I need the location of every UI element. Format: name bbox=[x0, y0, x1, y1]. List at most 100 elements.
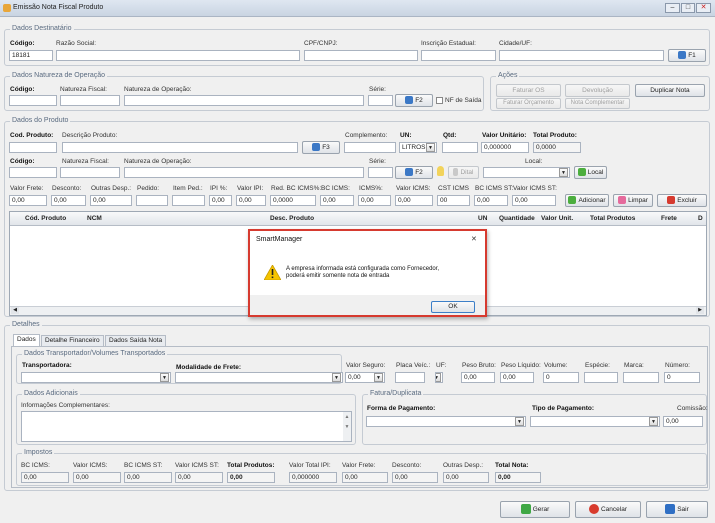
local-button[interactable]: Local bbox=[574, 166, 607, 179]
produto-field-3[interactable]: 0,00 bbox=[90, 195, 132, 206]
natureza-operacao-input[interactable] bbox=[124, 95, 364, 106]
produto-field-2[interactable]: 0,00 bbox=[51, 195, 86, 206]
col-d[interactable]: D bbox=[698, 212, 703, 226]
transp-field-2[interactable] bbox=[395, 372, 425, 383]
serie-input[interactable] bbox=[368, 95, 393, 106]
chevron-down-icon[interactable]: ▼ bbox=[374, 373, 383, 382]
f3-search-button[interactable]: F3 bbox=[302, 141, 340, 154]
transp-field-1[interactable]: 0,00 ▼ bbox=[345, 372, 385, 383]
col-un[interactable]: UN bbox=[478, 212, 487, 226]
cod-produto-input[interactable] bbox=[9, 142, 57, 153]
group-legend: Dados Destinatário bbox=[10, 25, 74, 32]
transportadora-select[interactable]: ▼ bbox=[21, 372, 171, 383]
descricao-produto-input[interactable] bbox=[62, 142, 298, 153]
complemento-input[interactable] bbox=[344, 142, 396, 153]
forma-pagamento-select[interactable]: ▼ bbox=[366, 416, 526, 427]
produto-codigo-input[interactable] bbox=[9, 167, 57, 178]
chevron-down-icon[interactable]: ▼ bbox=[649, 417, 658, 426]
transp-field-3[interactable]: ▼ bbox=[435, 372, 443, 383]
faturar-orcamento-button[interactable]: Faturar Orçamento bbox=[496, 98, 561, 109]
transp-label-5: Peso Líquido: bbox=[501, 362, 541, 369]
produto-field-9[interactable]: 0,00 bbox=[320, 195, 354, 206]
maximize-button[interactable]: □ bbox=[681, 3, 695, 13]
chevron-down-icon[interactable]: ▼ bbox=[332, 373, 341, 382]
transp-field-8[interactable] bbox=[623, 372, 659, 383]
col-cod-produto[interactable]: Cód. Produto bbox=[25, 212, 66, 226]
inscricao-estadual-input[interactable] bbox=[421, 50, 496, 61]
textarea-scrollbar[interactable]: ▲ ▼ bbox=[343, 412, 351, 441]
chevron-down-icon[interactable]: ▼ bbox=[426, 143, 435, 152]
close-button[interactable]: ✕ bbox=[696, 3, 711, 13]
scroll-right-icon[interactable]: ▶ bbox=[696, 307, 704, 314]
produto-field-7[interactable]: 0,00 bbox=[236, 195, 266, 206]
produto-natureza-fiscal-input[interactable] bbox=[60, 167, 120, 178]
chevron-down-icon[interactable]: ▼ bbox=[515, 417, 524, 426]
gerar-button[interactable]: Gerar bbox=[500, 501, 570, 518]
produto-field-4[interactable] bbox=[136, 195, 168, 206]
produto-field-14[interactable]: 0,00 bbox=[512, 195, 556, 206]
comissao-input[interactable]: 0,00 bbox=[663, 416, 703, 427]
f2-search-button[interactable]: F2 bbox=[395, 94, 433, 107]
nf-saida-checkbox[interactable] bbox=[436, 97, 443, 104]
codigo-destinatario-input[interactable]: 18181 bbox=[9, 50, 53, 61]
local-select[interactable]: ▼ bbox=[483, 167, 570, 178]
f1-search-button[interactable]: F1 bbox=[668, 49, 706, 62]
natureza-fiscal-input[interactable] bbox=[60, 95, 120, 106]
col-ncm[interactable]: NCM bbox=[87, 212, 102, 226]
f3-label: F3 bbox=[322, 144, 330, 151]
cpf-cnpj-input[interactable] bbox=[304, 50, 418, 61]
tab-dados[interactable]: Dados bbox=[13, 334, 40, 346]
sair-button[interactable]: Sair bbox=[646, 501, 708, 518]
dialog-close-button[interactable]: ✕ bbox=[471, 235, 477, 243]
produto-field-8[interactable]: 0,0000 bbox=[270, 195, 316, 206]
produto-field-13[interactable]: 0,00 bbox=[474, 195, 508, 206]
excluir-button[interactable]: Excluir bbox=[657, 194, 707, 207]
faturar-os-button[interactable]: Faturar OS bbox=[496, 84, 561, 97]
un-select[interactable]: LITROS ▼ bbox=[399, 142, 437, 153]
transp-field-5[interactable]: 0,00 bbox=[500, 372, 534, 383]
minimize-button[interactable]: – bbox=[665, 3, 680, 13]
transp-field-7[interactable] bbox=[584, 372, 618, 383]
transp-field-9[interactable]: 0 bbox=[664, 372, 700, 383]
col-frete[interactable]: Frete bbox=[661, 212, 677, 226]
qtd-input[interactable] bbox=[442, 142, 478, 153]
cancelar-button[interactable]: Cancelar bbox=[575, 501, 641, 518]
informacoes-complementares-textarea[interactable] bbox=[21, 411, 352, 442]
dialog-ok-button[interactable]: OK bbox=[431, 301, 475, 313]
produto-serie-input[interactable] bbox=[368, 167, 393, 178]
natureza-codigo-input[interactable] bbox=[9, 95, 57, 106]
duplicar-nota-button[interactable]: Duplicar Nota bbox=[635, 84, 705, 97]
chevron-down-icon[interactable]: ▼ bbox=[436, 373, 441, 382]
produto-f2-button[interactable]: F2 bbox=[395, 166, 433, 179]
chevron-down-icon[interactable]: ▼ bbox=[559, 168, 568, 177]
produto-field-10[interactable]: 0,00 bbox=[358, 195, 391, 206]
cidade-uf-input[interactable] bbox=[499, 50, 664, 61]
col-total-produtos[interactable]: Total Produtos bbox=[590, 212, 635, 226]
razao-social-input[interactable] bbox=[56, 50, 300, 61]
nota-complementar-button[interactable]: Nota Complementar bbox=[565, 98, 630, 109]
produto-field-12[interactable]: 00 bbox=[437, 195, 470, 206]
produto-field-6[interactable]: 0,00 bbox=[209, 195, 232, 206]
label-2: Desconto: bbox=[52, 185, 82, 192]
dital-button[interactable]: Dital bbox=[448, 166, 479, 179]
col-desc-produto[interactable]: Desc. Produto bbox=[270, 212, 314, 226]
produto-field-11[interactable]: 0,00 bbox=[395, 195, 433, 206]
search-icon bbox=[312, 143, 321, 152]
modalidade-frete-select[interactable]: ▼ bbox=[175, 372, 343, 383]
produto-natureza-operacao-input[interactable] bbox=[124, 167, 364, 178]
tab-dados-saida-nota[interactable]: Dados Saída Nota bbox=[105, 335, 167, 346]
limpar-button[interactable]: Limpar bbox=[613, 194, 653, 207]
valor-unitario-input[interactable]: 0,000000 bbox=[481, 142, 529, 153]
chevron-down-icon[interactable]: ▼ bbox=[160, 373, 169, 382]
transp-field-6[interactable]: 0 bbox=[543, 372, 579, 383]
produto-field-1[interactable]: 0,00 bbox=[9, 195, 47, 206]
col-quantidade[interactable]: Quantidade bbox=[499, 212, 535, 226]
tipo-pagamento-select[interactable]: ▼ bbox=[530, 416, 660, 427]
transp-field-4[interactable]: 0,00 bbox=[461, 372, 495, 383]
scroll-left-icon[interactable]: ◀ bbox=[11, 307, 19, 314]
col-valor-unit[interactable]: Valor Unit. bbox=[541, 212, 573, 226]
produto-field-5[interactable] bbox=[172, 195, 205, 206]
devolucao-button[interactable]: Devolução bbox=[565, 84, 630, 97]
tab-detalhe-financeiro[interactable]: Detalhe Financeiro bbox=[41, 335, 104, 346]
adicionar-button[interactable]: Adicionar bbox=[565, 194, 609, 207]
